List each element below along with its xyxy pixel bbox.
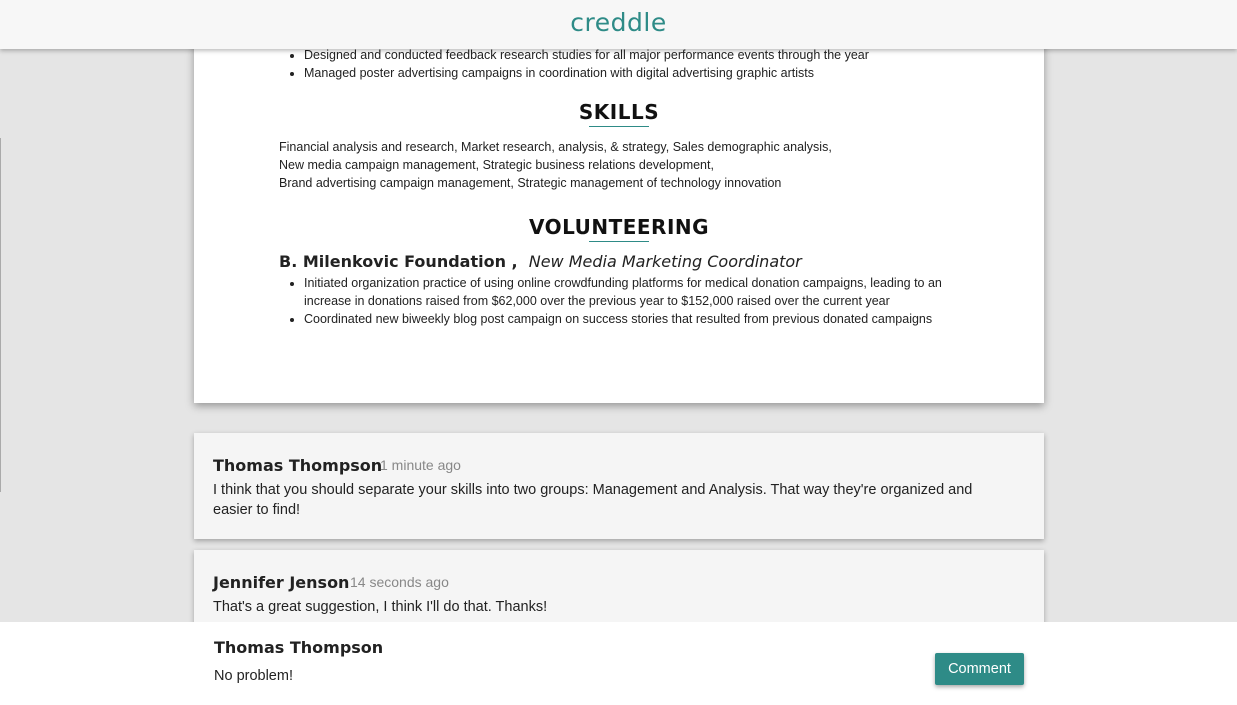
skills-line: Financial analysis and research, Market …	[279, 140, 832, 154]
experience-bullet: Managed poster advertising campaigns in …	[304, 64, 979, 82]
creddle-logo[interactable]: creddle	[570, 8, 666, 37]
volunteering-bullet: Initiated organization practice of using…	[304, 274, 979, 310]
skills-line: Brand advertising campaign management, S…	[279, 176, 782, 190]
volunteering-role: New Media Marketing Coordinator	[528, 252, 802, 271]
volunteering-title-underline	[589, 241, 649, 242]
comment-timestamp: 14 seconds ago	[350, 574, 449, 590]
skills-title: SKILLS	[578, 100, 660, 124]
comment-text: I think that you should separate your sk…	[213, 482, 973, 518]
comment-input[interactable]	[214, 665, 914, 687]
volunteering-organization: B. Milenkovic Foundation ,	[279, 252, 518, 271]
comment-timestamp: 1 minute ago	[380, 457, 461, 473]
skills-line: New media campaign management, Strategic…	[279, 158, 714, 172]
resume-document: Designed and conducted feedback research…	[194, 0, 1044, 403]
composer-author: Thomas Thompson	[214, 638, 384, 657]
skills-title-underline	[589, 126, 649, 127]
side-panel-edge	[0, 138, 1, 492]
comment-card: Thomas Thompson 1 minute ago I think tha…	[194, 433, 1044, 539]
comment-button[interactable]: Comment	[935, 653, 1024, 685]
volunteering-title: VOLUNTEERING	[528, 215, 710, 239]
comment-composer: Thomas Thompson Comment	[0, 622, 1237, 705]
volunteering-header: B. Milenkovic Foundation , New Media Mar…	[279, 252, 802, 271]
comment-text: That's a great suggestion, I think I'll …	[213, 599, 548, 615]
comment-author[interactable]: Thomas Thompson	[213, 456, 382, 475]
volunteering-bullets: Initiated organization practice of using…	[279, 274, 979, 328]
skills-text: Financial analysis and research, Market …	[279, 138, 979, 192]
volunteering-bullet: Coordinated new biweekly blog post campa…	[304, 310, 979, 328]
comment-author[interactable]: Jennifer Jenson	[213, 573, 349, 592]
experience-bullets: Designed and conducted feedback research…	[279, 46, 979, 82]
top-bar: creddle	[0, 0, 1237, 49]
